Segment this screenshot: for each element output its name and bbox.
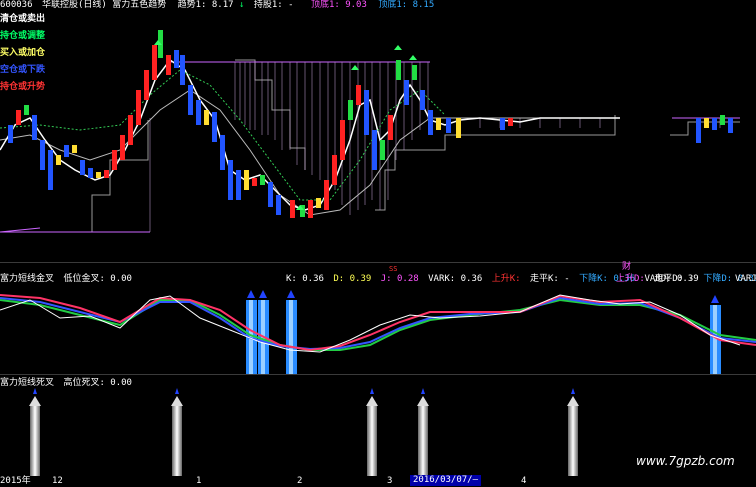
- watermark: www.7gpzb.com: [636, 454, 735, 468]
- death-cross-bars: [29, 388, 579, 476]
- x-axis-label-4: 4: [521, 476, 527, 486]
- x-axis-label-1: 1: [196, 476, 202, 486]
- x-axis-date-cursor[interactable]: 2016/03/07/—: [410, 475, 482, 486]
- death-cross-chart[interactable]: [0, 0, 756, 487]
- x-axis-label-year: 2015年: [0, 476, 31, 486]
- x-axis-label-12: 12: [52, 476, 63, 486]
- x-axis-label-2: 2: [297, 476, 303, 486]
- x-axis-label-3: 3: [387, 476, 393, 486]
